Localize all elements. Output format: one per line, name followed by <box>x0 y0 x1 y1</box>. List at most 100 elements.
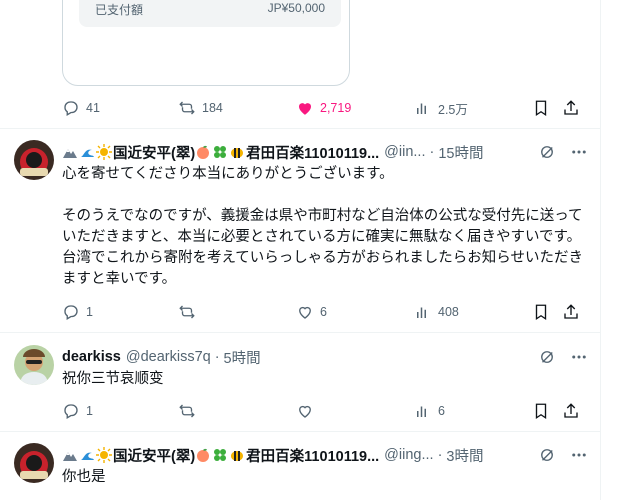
bookmark-icon <box>535 100 547 117</box>
sun-icon <box>96 447 112 463</box>
avatar[interactable] <box>14 140 54 180</box>
reply-icon <box>64 404 78 419</box>
reply-actions: 1 6 <box>62 399 588 423</box>
header-actions <box>538 141 588 163</box>
reply-button[interactable]: 41 <box>62 96 100 120</box>
views-button[interactable]: 408 <box>414 300 459 324</box>
mountain-icon <box>62 447 78 463</box>
share-button[interactable] <box>562 399 580 423</box>
card-summary: 已支付額 JP¥50,000 <box>79 0 341 27</box>
wave-icon <box>79 447 95 463</box>
bee-icon <box>229 447 245 463</box>
display-name-suffix[interactable]: 君田百楽11010119... <box>246 445 379 466</box>
column-divider <box>600 0 601 500</box>
display-name[interactable]: 国近安平(翠) <box>113 142 195 163</box>
user-handle[interactable]: @iing... <box>384 447 433 463</box>
reply-header: 国近安平(翠) 君田百楽11010119... @iin... · 15時間 <box>62 141 588 163</box>
divider <box>0 332 600 333</box>
card-row: 已支付額 JP¥50,000 <box>95 1 325 18</box>
embedded-card[interactable]: 已支付額 JP¥50,000 <box>62 0 350 86</box>
header-actions <box>538 346 588 368</box>
separator-dot: · <box>437 447 443 463</box>
peach-icon <box>195 447 211 463</box>
more-icon[interactable] <box>570 143 588 161</box>
retweet-button[interactable]: 184 <box>178 96 223 120</box>
retweet-button[interactable] <box>178 300 196 324</box>
reply-text: 心を寄せてくださり本当にありがとうございます。 そのうえでなのですが、義援金は県… <box>62 166 583 287</box>
separator-dot: · <box>214 349 220 365</box>
reply-header: dearkiss @dearkiss7q · 5時間 <box>62 346 588 368</box>
like-count: 2,719 <box>320 101 352 115</box>
share-button[interactable] <box>562 96 580 120</box>
retweet-button[interactable] <box>178 399 196 423</box>
reply-icon <box>64 305 78 320</box>
reply-button[interactable]: 1 <box>62 300 93 324</box>
share-icon <box>564 304 578 319</box>
avatar-image <box>14 140 54 180</box>
reply-button[interactable]: 1 <box>62 399 93 423</box>
like-button[interactable] <box>296 399 314 423</box>
header-actions <box>538 444 588 466</box>
views-icon <box>417 307 426 318</box>
reply-count: 1 <box>86 404 93 418</box>
avatar-image <box>14 345 54 385</box>
mountain-icon <box>62 144 78 160</box>
peach-icon <box>195 144 211 160</box>
views-icon <box>417 406 426 417</box>
card-value: JP¥50,000 <box>267 1 325 15</box>
user-handle[interactable]: @dearkiss7q <box>126 349 211 365</box>
reply-header: 国近安平(翠) 君田百楽11010119... @iing... · 3時間 <box>62 444 588 466</box>
display-name[interactable]: dearkiss <box>62 349 121 365</box>
grok-icon[interactable] <box>538 446 556 464</box>
wave-icon <box>79 144 95 160</box>
views-count: 408 <box>438 305 459 319</box>
avatar[interactable] <box>14 443 54 483</box>
clover-icon <box>212 447 228 463</box>
divider <box>0 128 600 129</box>
timestamp[interactable]: 15時間 <box>438 142 483 163</box>
views-count: 6 <box>438 404 445 418</box>
like-button[interactable]: 2,719 <box>296 96 351 120</box>
bookmark-button[interactable] <box>532 300 550 324</box>
card-label: 已支付額 <box>95 3 144 17</box>
display-name[interactable]: 国近安平(翠) <box>113 445 195 466</box>
share-button[interactable] <box>562 300 580 324</box>
reply-text: 祝你三节哀顺变 <box>62 371 164 387</box>
display-name-suffix[interactable]: 君田百楽11010119... <box>246 142 379 163</box>
timestamp[interactable]: 5時間 <box>224 347 261 368</box>
heart-filled-icon <box>299 103 311 115</box>
avatar-image <box>14 443 54 483</box>
user-handle[interactable]: @iin... <box>384 144 425 160</box>
grok-icon[interactable] <box>538 348 556 366</box>
tweet-actions: 41 184 2,719 2.5万 <box>62 96 588 120</box>
heart-icon <box>299 405 311 418</box>
bookmark-button[interactable] <box>532 96 550 120</box>
reply-count: 1 <box>86 305 93 319</box>
bee-icon <box>229 144 245 160</box>
more-icon[interactable] <box>570 348 588 366</box>
views-icon <box>417 103 426 114</box>
reply-count: 41 <box>86 101 100 115</box>
views-button[interactable]: 2.5万 <box>414 96 468 120</box>
reply-icon <box>64 101 78 116</box>
avatar[interactable] <box>14 345 54 385</box>
retweet-icon <box>179 305 195 319</box>
bookmark-button[interactable] <box>532 399 550 423</box>
share-icon <box>564 403 578 418</box>
retweet-count: 184 <box>202 101 223 115</box>
clover-icon <box>212 144 228 160</box>
more-icon[interactable] <box>570 446 588 464</box>
grok-icon[interactable] <box>538 143 556 161</box>
reply-text: 你也是 <box>62 469 106 485</box>
views-button[interactable]: 6 <box>414 399 445 423</box>
separator-dot: · <box>429 144 435 160</box>
reply-actions: 1 6 408 <box>62 300 588 324</box>
timestamp[interactable]: 3時間 <box>446 445 483 466</box>
sun-icon <box>96 144 112 160</box>
retweet-icon <box>179 101 195 115</box>
retweet-icon <box>179 404 195 418</box>
bookmark-icon <box>535 304 547 321</box>
views-count: 2.5万 <box>438 102 468 117</box>
like-button[interactable]: 6 <box>296 300 327 324</box>
divider <box>0 431 600 432</box>
